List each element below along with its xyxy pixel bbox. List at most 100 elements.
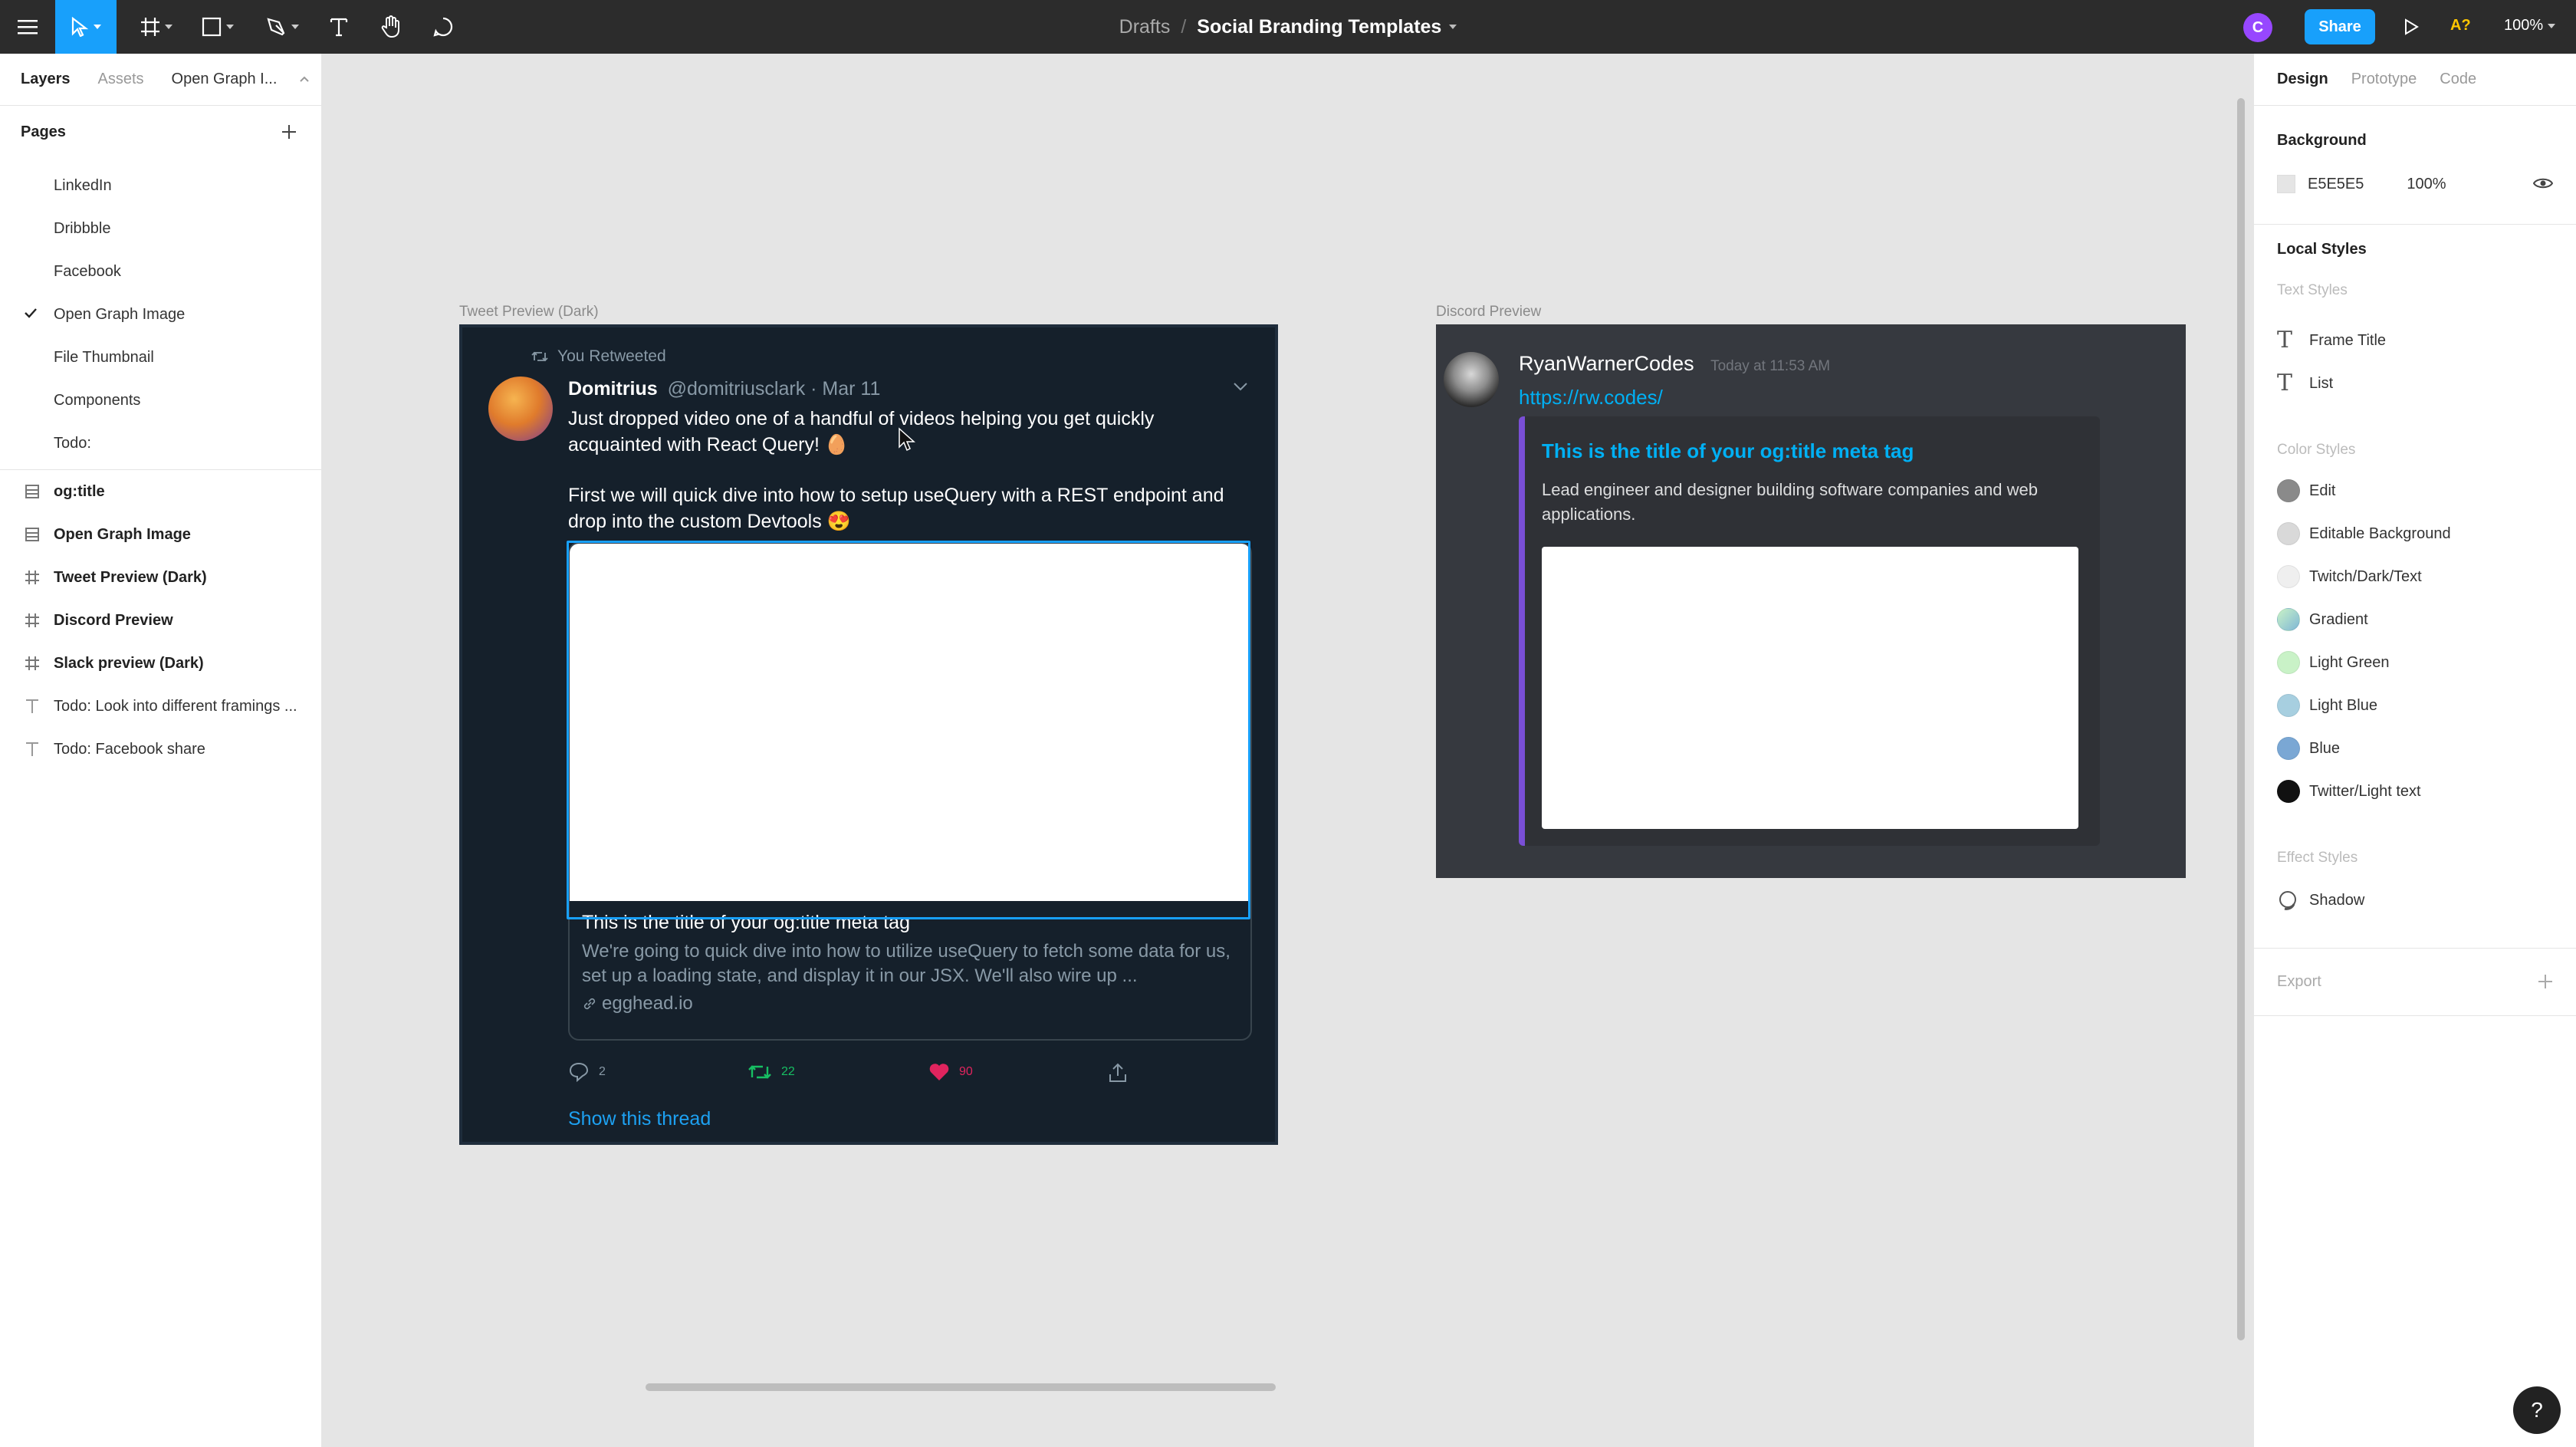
shape-tool-button[interactable] <box>193 0 242 54</box>
checkmark-icon <box>25 308 37 318</box>
retweeted-label: You Retweeted <box>557 347 666 365</box>
page-item-file-thumbnail[interactable]: File Thumbnail <box>0 336 321 379</box>
accessibility-indicator[interactable]: A? <box>2450 17 2471 35</box>
pages-header: Pages <box>0 106 321 158</box>
link-icon <box>583 998 596 1010</box>
hand-tool-button[interactable] <box>374 0 408 54</box>
layer-item-todo-facebook-share[interactable]: Todo: Facebook share <box>0 728 321 771</box>
frame-tool-button[interactable] <box>132 0 181 54</box>
page-item-label: Dribbble <box>54 219 111 237</box>
effect-style-label: Shadow <box>2309 891 2365 909</box>
export-title: Export <box>2277 972 2321 990</box>
export-section: Export <box>2277 966 2553 997</box>
discord-author-name: RyanWarnerCodes <box>1519 352 1694 375</box>
tab-code[interactable]: Code <box>2440 71 2476 88</box>
present-button[interactable] <box>2400 15 2423 38</box>
tweet-header: Domitrius @domitriusclark · Mar 11 <box>568 378 880 400</box>
horizontal-scrollbar[interactable] <box>646 1383 1276 1391</box>
text-icon <box>23 740 41 758</box>
move-tool-button[interactable] <box>55 0 117 54</box>
frame-label-discord[interactable]: Discord Preview <box>1436 304 1541 321</box>
main-menu-icon[interactable] <box>9 0 46 54</box>
layer-item-discord-preview[interactable]: Discord Preview <box>0 599 321 642</box>
canvas[interactable]: Tweet Preview (Dark) Discord Preview You… <box>323 54 2253 1447</box>
page-item-label: Components <box>54 391 141 409</box>
comment-tool-button[interactable] <box>426 0 460 54</box>
mouse-cursor-icon <box>899 427 915 452</box>
pen-icon <box>267 18 285 36</box>
discord-preview-frame[interactable]: RyanWarnerCodes Today at 11:53 AM https:… <box>1436 324 2186 878</box>
discord-author: RyanWarnerCodes Today at 11:53 AM <box>1519 352 1830 376</box>
tab-layers[interactable]: Layers <box>21 71 71 88</box>
tab-assets[interactable]: Assets <box>98 71 144 88</box>
color-style-twitter-light-text[interactable]: Twitter/Light text <box>2277 776 2553 807</box>
tab-prototype[interactable]: Prototype <box>2351 71 2417 88</box>
page-item-dribbble[interactable]: Dribbble <box>0 207 321 250</box>
divider <box>2254 224 2576 225</box>
plus-icon[interactable] <box>2538 974 2553 989</box>
color-style-blue[interactable]: Blue <box>2277 733 2553 764</box>
page-item-linkedin[interactable]: LinkedIn <box>0 164 321 207</box>
color-style-label: Gradient <box>2309 610 2368 628</box>
background-swatch[interactable] <box>2277 175 2295 193</box>
card-link: egghead.io <box>582 993 693 1015</box>
page-item-components[interactable]: Components <box>0 379 321 422</box>
page-item-label: LinkedIn <box>54 176 112 194</box>
text-tool-button[interactable] <box>322 0 356 54</box>
retweeted-indicator: You Retweeted <box>531 347 666 366</box>
background-opacity[interactable]: 100% <box>2407 176 2446 193</box>
discord-timestamp: Today at 11:53 AM <box>1710 358 1831 374</box>
color-swatch <box>2277 479 2300 502</box>
tab-design[interactable]: Design <box>2277 71 2328 88</box>
layer-item-tweet-preview-dark[interactable]: Tweet Preview (Dark) <box>0 556 321 599</box>
text-style-frame-title[interactable]: T Frame Title <box>2277 325 2553 356</box>
page-item-facebook[interactable]: Facebook <box>0 250 321 293</box>
vertical-scrollbar[interactable] <box>2237 98 2245 1340</box>
color-style-edit[interactable]: Edit <box>2277 475 2553 506</box>
color-style-label: Light Green <box>2309 653 2390 671</box>
color-style-light-green[interactable]: Light Green <box>2277 647 2553 678</box>
color-style-gradient[interactable]: Gradient <box>2277 604 2553 635</box>
add-page-button[interactable] <box>278 120 301 143</box>
chevron-up-icon[interactable] <box>299 75 310 83</box>
help-button[interactable]: ? <box>2513 1386 2561 1434</box>
tweet-preview-frame[interactable]: You Retweeted Domitrius @domitriusclark … <box>459 324 1278 1145</box>
share-button[interactable]: Share <box>2305 9 2375 44</box>
frame-icon <box>141 18 159 36</box>
background-title: Background <box>2277 132 2367 149</box>
document-title[interactable]: Social Branding Templates <box>1197 16 1441 38</box>
frame-label-tweet[interactable]: Tweet Preview (Dark) <box>459 304 599 321</box>
eye-icon[interactable] <box>2533 176 2553 190</box>
text-icon <box>330 18 348 37</box>
breadcrumb-drafts[interactable]: Drafts <box>1119 16 1171 38</box>
chevron-down-icon <box>2548 23 2556 28</box>
zoom-dropdown[interactable]: 100% <box>2504 17 2556 35</box>
effect-style-shadow[interactable]: Shadow <box>2277 885 2553 916</box>
layer-item-label: Discord Preview <box>54 611 173 629</box>
plus-icon <box>282 125 296 139</box>
text-style-icon: T <box>2277 327 2293 354</box>
like-action: 90 <box>928 1062 973 1082</box>
color-style-twitch-dark-text[interactable]: Twitch/Dark/Text <box>2277 561 2553 592</box>
tweet-author-meta: @domitriusclark · Mar 11 <box>667 378 881 400</box>
page-item-open-graph-image[interactable]: Open Graph Image <box>0 293 321 336</box>
retweet-action: 22 <box>748 1062 795 1082</box>
page-item-label: File Thumbnail <box>54 348 154 366</box>
layer-item-label: Todo: Facebook share <box>54 740 205 758</box>
color-style-editable-background[interactable]: Editable Background <box>2277 518 2553 549</box>
user-avatar[interactable]: C <box>2243 13 2272 42</box>
layer-item-todo-framings[interactable]: Todo: Look into different framings ... <box>0 685 321 728</box>
layer-item-open-graph-image[interactable]: Open Graph Image <box>0 513 321 556</box>
color-style-light-blue[interactable]: Light Blue <box>2277 690 2553 721</box>
text-style-list[interactable]: T List <box>2277 368 2553 399</box>
background-hex[interactable]: E5E5E5 <box>2308 176 2364 193</box>
rectangle-icon <box>202 17 222 37</box>
page-item-todo[interactable]: Todo: <box>0 422 321 465</box>
pen-tool-button[interactable] <box>258 0 307 54</box>
layer-item-slack-preview-dark[interactable]: Slack preview (Dark) <box>0 642 321 685</box>
layer-item-og-title[interactable]: og:title <box>0 470 321 513</box>
current-page-selector[interactable]: Open Graph I... <box>172 71 278 88</box>
chevron-down-icon[interactable] <box>1449 25 1457 29</box>
effect-styles-title: Effect Styles <box>2277 850 2358 866</box>
color-swatch <box>2277 737 2300 760</box>
